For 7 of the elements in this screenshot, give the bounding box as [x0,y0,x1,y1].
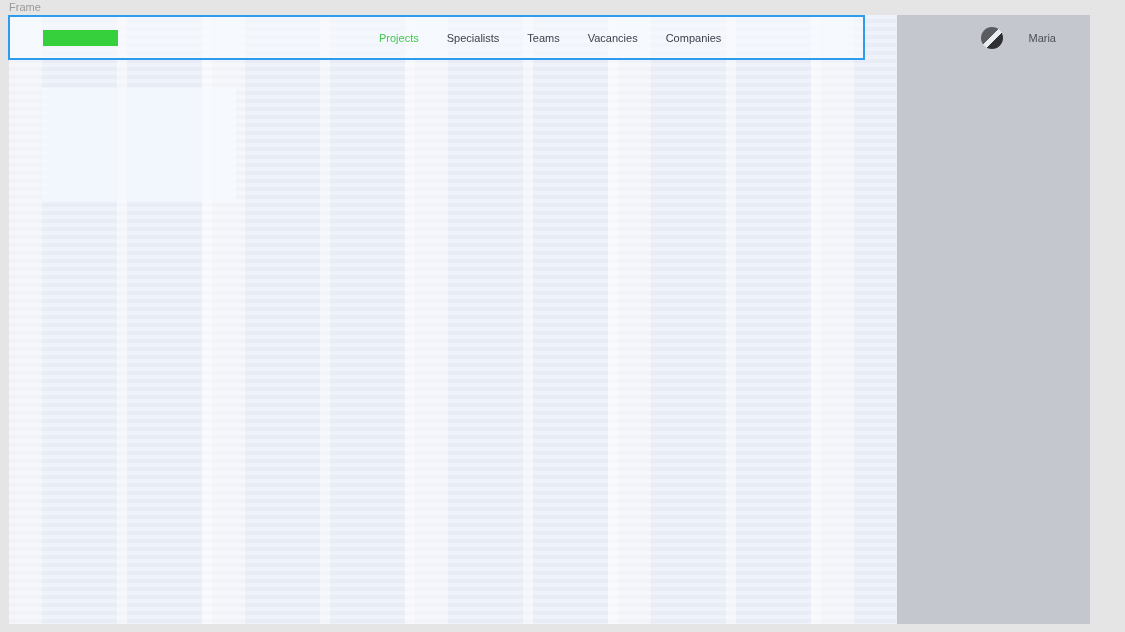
user-name: Maria [1028,31,1056,46]
nav-link[interactable]: Specialists [446,31,500,44]
nav-link[interactable]: Vacancies [587,31,638,44]
avatar-placeholder[interactable] [981,27,1004,49]
nav-link[interactable]: Companies [665,31,722,44]
nav-link[interactable]: Teams [527,31,560,44]
frame-label: Frame [9,0,42,15]
